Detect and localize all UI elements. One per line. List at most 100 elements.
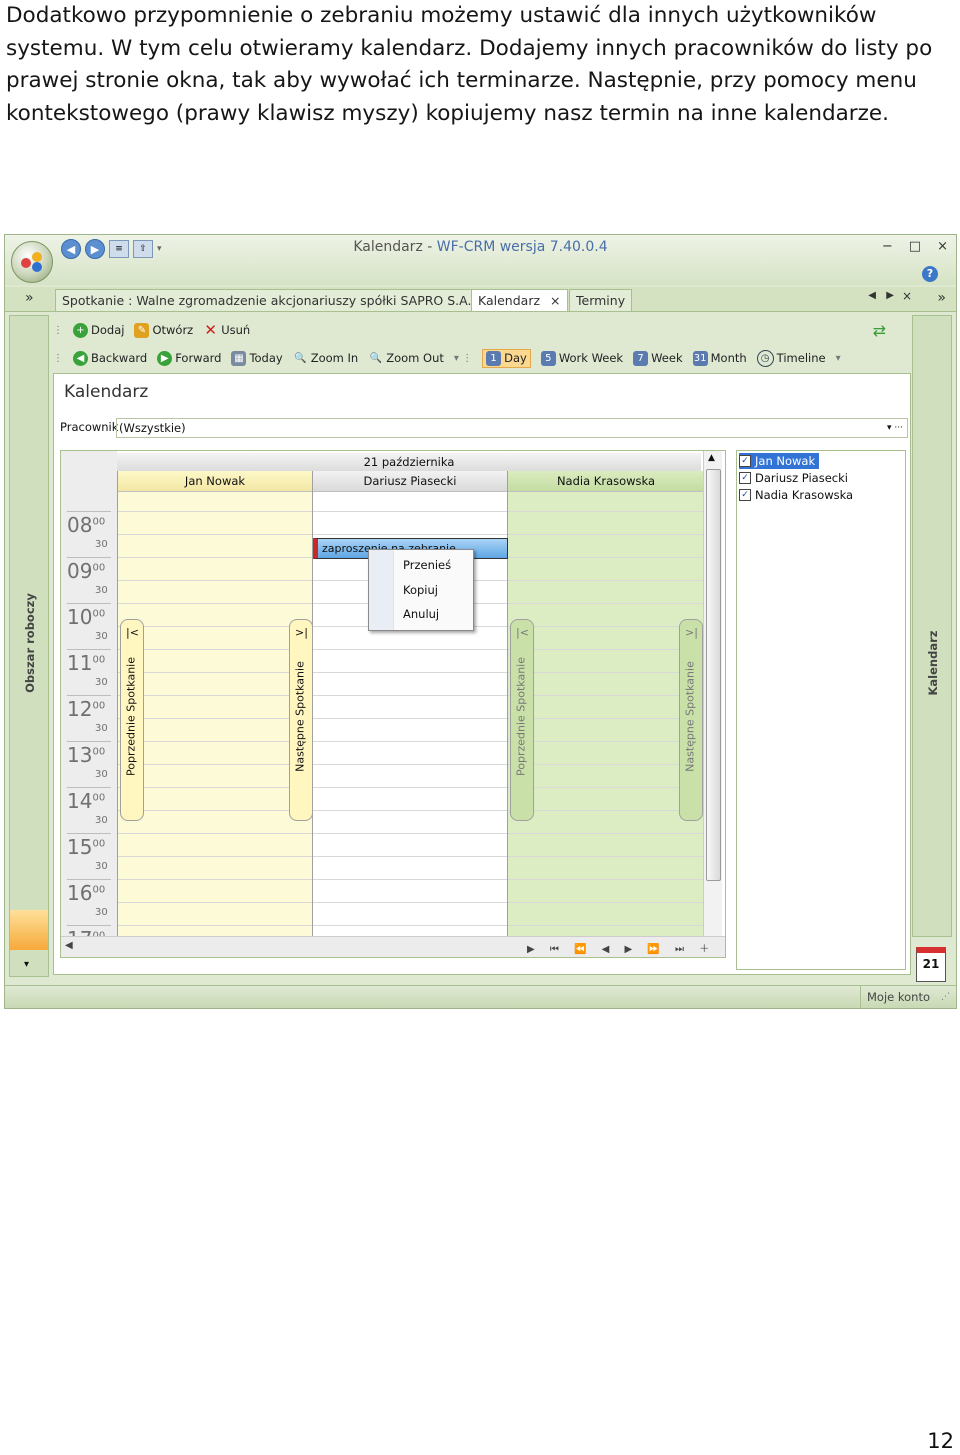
time-slot[interactable] [118, 856, 312, 857]
time-slot[interactable] [508, 787, 704, 788]
context-menu-move[interactable]: Przenieś [403, 558, 451, 572]
tab-terminy[interactable]: Terminy [569, 289, 633, 311]
tab-close-all-icon[interactable]: × [902, 289, 912, 303]
timeline-view-button[interactable]: ◷ Timeline [756, 349, 826, 367]
work-week-view-button[interactable]: 5 Work Week [540, 350, 623, 366]
forward-button[interactable]: ▶ Forward [157, 350, 221, 366]
context-menu-cancel[interactable]: Anuluj [403, 607, 439, 621]
workspace-highlight[interactable] [10, 910, 48, 950]
time-slot[interactable] [313, 902, 507, 903]
time-slot[interactable] [118, 764, 312, 765]
time-slot[interactable] [313, 718, 507, 719]
collapse-right-icon[interactable]: » [937, 290, 946, 306]
list-item[interactable]: ✓ Dariusz Piasecki [739, 470, 852, 486]
context-menu-copy[interactable]: Kopiuj [403, 583, 438, 597]
column-jan-nowak[interactable]: Jan Nowak [117, 471, 312, 957]
time-slot[interactable] [508, 902, 704, 903]
time-slot[interactable] [508, 856, 704, 857]
open-button[interactable]: ✎ Otwórz [134, 322, 193, 338]
checkbox-checked-icon[interactable]: ✓ [739, 472, 751, 484]
close-button[interactable]: × [937, 239, 948, 254]
day-view-button[interactable]: 1 Day [482, 348, 531, 368]
time-slot[interactable] [118, 902, 312, 903]
tab-spotkanie[interactable]: Spotkanie : Walne zgromadzenie akcjonari… [55, 289, 479, 311]
time-slot[interactable] [313, 695, 507, 696]
account-link[interactable]: Moje konto [859, 986, 930, 1008]
toolbar-overflow-icon[interactable]: ▾ [836, 353, 841, 364]
resize-grip-icon[interactable]: ⋰ [941, 992, 950, 1002]
time-slot[interactable] [508, 695, 704, 696]
calendar-side-panel[interactable]: Kalendarz [912, 315, 952, 937]
column-nadia-krasowska[interactable]: Nadia Krasowska [507, 471, 704, 957]
zoom-in-button[interactable]: 🔍 Zoom In [293, 351, 358, 366]
time-slot[interactable] [313, 810, 507, 811]
time-slot[interactable] [118, 603, 312, 604]
time-slot[interactable] [118, 787, 312, 788]
time-slot[interactable] [118, 925, 312, 926]
time-slot[interactable] [118, 511, 312, 512]
time-slot[interactable] [508, 718, 704, 719]
time-slot[interactable] [118, 810, 312, 811]
workspace-side-panel[interactable]: Obszar roboczy ▾ [9, 315, 49, 977]
list-item[interactable]: ✓ Jan Nowak [739, 453, 820, 469]
time-slot[interactable] [508, 879, 704, 880]
time-slot[interactable] [118, 534, 312, 535]
scroll-up-icon[interactable]: ▲ [708, 453, 715, 463]
time-slot[interactable] [508, 511, 704, 512]
time-slot[interactable] [508, 534, 704, 535]
time-slot[interactable] [118, 741, 312, 742]
time-slot[interactable] [508, 764, 704, 765]
time-slot[interactable] [313, 649, 507, 650]
chevron-down-icon[interactable]: ▾ [24, 959, 29, 970]
time-slot[interactable] [118, 879, 312, 880]
tab-kalendarz[interactable]: Kalendarz × [471, 289, 568, 311]
tab-scroll-right-icon[interactable]: ▶ [886, 290, 894, 301]
checkbox-checked-icon[interactable]: ✓ [739, 489, 751, 501]
delete-button[interactable]: ✕ Usuń [203, 322, 250, 338]
time-slot[interactable] [313, 879, 507, 880]
zoom-out-button[interactable]: 🔍 Zoom Out [368, 351, 443, 366]
time-slot[interactable] [508, 672, 704, 673]
time-slot[interactable] [508, 626, 704, 627]
minimize-button[interactable]: − [882, 239, 893, 254]
record-navigator-icons[interactable]: ▶ ⏮ ⏪ ◀ ▶ ⏩ ⏭ ＋ − [527, 940, 725, 957]
previous-meeting-button[interactable]: |< Poprzednie Spotkanie [510, 619, 534, 821]
time-slot[interactable] [313, 741, 507, 742]
time-slot[interactable] [508, 649, 704, 650]
refresh-icon[interactable]: ⇄ [873, 321, 886, 340]
backward-button[interactable]: ◀ Backward [73, 350, 147, 366]
tab-scroll-left-icon[interactable]: ◀ [868, 290, 876, 301]
time-slot[interactable] [313, 833, 507, 834]
time-slot[interactable] [118, 626, 312, 627]
time-slot[interactable] [118, 718, 312, 719]
time-slot[interactable] [118, 695, 312, 696]
time-slot[interactable] [508, 925, 704, 926]
vertical-scrollbar[interactable]: ▲ ▼ [703, 451, 722, 957]
time-slot[interactable] [313, 672, 507, 673]
next-meeting-button[interactable]: >| Następne Spotkanie [679, 619, 703, 821]
scroll-thumb[interactable] [706, 469, 721, 881]
today-button[interactable]: ▦ Today [231, 350, 283, 366]
calendar-icon[interactable]: 21 [916, 947, 946, 982]
maximize-button[interactable]: □ [909, 239, 921, 254]
time-slot[interactable] [508, 580, 704, 581]
time-slot[interactable] [313, 787, 507, 788]
tab-close-icon[interactable]: × [550, 293, 560, 308]
checkbox-checked-icon[interactable]: ✓ [739, 455, 751, 467]
help-icon[interactable]: ? [922, 266, 938, 282]
time-slot[interactable] [508, 603, 704, 604]
list-item[interactable]: ✓ Nadia Krasowska [739, 487, 857, 503]
collapse-left-icon[interactable]: » [25, 290, 34, 306]
horizontal-scrollbar[interactable]: ◀ ▶ ⏮ ⏪ ◀ ▶ ⏩ ⏭ ＋ − [61, 936, 725, 957]
chevron-down-icon[interactable]: ▾ ··· [887, 419, 903, 437]
time-slot[interactable] [118, 649, 312, 650]
time-slot[interactable] [508, 557, 704, 558]
month-view-button[interactable]: 31 Month [692, 350, 747, 366]
scroll-left-icon[interactable]: ◀ [65, 940, 73, 951]
time-slot[interactable] [508, 833, 704, 834]
time-slot[interactable] [313, 925, 507, 926]
time-slot[interactable] [508, 741, 704, 742]
next-meeting-button[interactable]: >| Następne Spotkanie [289, 619, 313, 821]
add-button[interactable]: + Dodaj [73, 322, 124, 338]
time-slot[interactable] [313, 764, 507, 765]
